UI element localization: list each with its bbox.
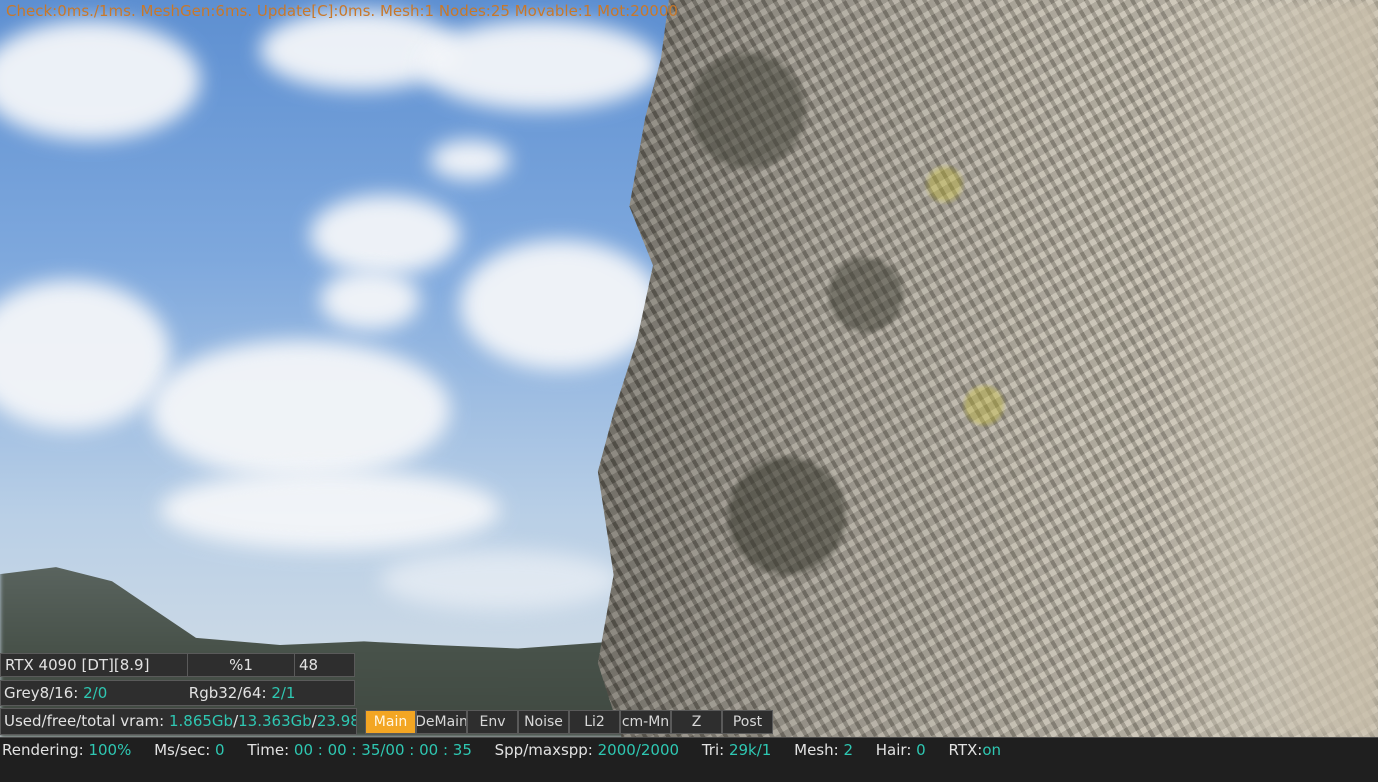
vram-total: 23.98 — [316, 712, 357, 730]
tri-value: 29k/1 — [728, 741, 772, 759]
tab-noise[interactable]: Noise — [518, 710, 569, 734]
rgb-value: 2/1 — [271, 684, 296, 702]
rtx-value: on — [982, 741, 1002, 759]
status-bar: Rendering: 100% Ms/sec: 0 Time: 00 : 00 … — [0, 737, 1378, 782]
rgb-label: Rgb32/64: — [188, 684, 267, 702]
cloud — [420, 20, 660, 110]
vram-info-row: Used/free/total vram: 1.865Gb/13.363Gb/2… — [0, 708, 357, 735]
cloud — [320, 270, 420, 330]
render-viewport[interactable]: Check:0ms./1ms. MeshGen:6ms. Update[C]:0… — [0, 0, 1378, 737]
vram-label: Used/free/total vram: — [4, 712, 165, 730]
status-time: Time: 00 : 00 : 35/00 : 00 : 35 — [247, 741, 471, 759]
cloud — [0, 280, 170, 430]
cloud — [430, 140, 510, 180]
rendering-label: Rendering: — [2, 741, 84, 759]
grey-value: 2/0 — [83, 684, 108, 702]
tab-demain[interactable]: DeMain — [416, 710, 467, 734]
cloud — [150, 340, 450, 480]
gpu-info-row: RTX 4090 [DT][8.9] %1 48 — [0, 653, 355, 677]
rock-foreground-blur — [1150, 0, 1378, 737]
rtx-label: RTX: — [948, 741, 983, 759]
grey-label: Grey8/16: — [4, 684, 79, 702]
spp-value: 2000/2000 — [597, 741, 680, 759]
gpu-name: RTX 4090 [DT][8.9] — [1, 654, 188, 676]
debug-stats-line: Check:0ms./1ms. MeshGen:6ms. Update[C]:0… — [6, 2, 678, 20]
status-rtx: RTX:on — [949, 741, 1002, 759]
vram-used: 1.865Gb — [168, 712, 234, 730]
status-ms: Ms/sec: 0 — [154, 741, 224, 759]
tab-z[interactable]: Z — [671, 710, 722, 734]
cloud — [460, 240, 660, 370]
tab-li2[interactable]: Li2 — [569, 710, 620, 734]
gpu-count: 48 — [299, 656, 319, 674]
tab-main[interactable]: Main — [365, 710, 416, 734]
ms-value: 0 — [215, 741, 225, 759]
cloud — [310, 195, 460, 275]
status-tri: Tri: 29k/1 — [702, 741, 772, 759]
tab-post[interactable]: Post — [722, 710, 773, 734]
tri-label: Tri: — [701, 741, 725, 759]
status-rendering: Rendering: 100% — [2, 741, 131, 759]
tab-cm-mn[interactable]: cm-Mn — [620, 710, 671, 734]
cloud — [380, 550, 620, 610]
time-value: 00 : 00 : 35/00 : 00 : 35 — [293, 741, 472, 759]
status-hair: Hair: 0 — [876, 741, 926, 759]
tab-env[interactable]: Env — [467, 710, 518, 734]
texture-info-row: Grey8/16: 2/0 Rgb32/64: 2/1 — [0, 680, 355, 706]
gpu-percent: %1 — [188, 654, 295, 676]
cloud — [160, 470, 500, 550]
vram-free: 13.363Gb — [238, 712, 312, 730]
spp-label: Spp/maxspp: — [494, 741, 593, 759]
panel-tabs: Main DeMain Env Noise Li2 cm-Mn Z Post — [365, 710, 773, 734]
status-mesh: Mesh: 2 — [794, 741, 853, 759]
time-label: Time: — [247, 741, 290, 759]
cloud — [0, 20, 200, 140]
ms-label: Ms/sec: — [154, 741, 211, 759]
hair-value: 0 — [916, 741, 926, 759]
hair-label: Hair: — [875, 741, 912, 759]
status-spp: Spp/maxspp: 2000/2000 — [495, 741, 679, 759]
mesh-value: 2 — [843, 741, 853, 759]
rendering-value: 100% — [88, 741, 132, 759]
mesh-label: Mesh: — [794, 741, 839, 759]
